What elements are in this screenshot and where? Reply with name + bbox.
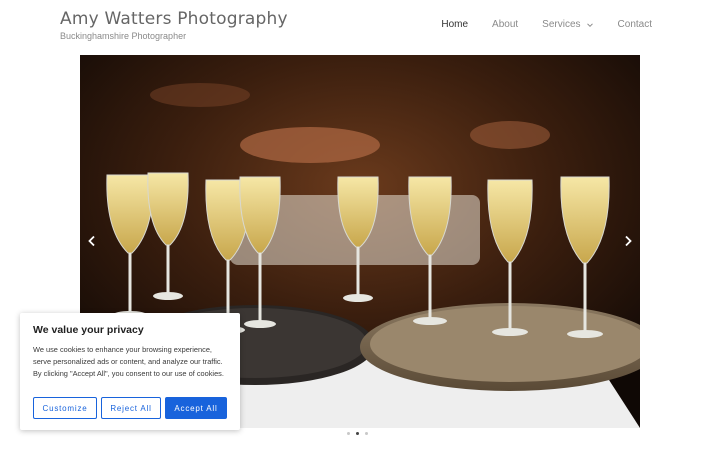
- chevron-right-icon: [625, 235, 632, 247]
- slider-prev-button[interactable]: [82, 231, 102, 251]
- nav-item-services[interactable]: Services: [542, 19, 593, 30]
- slider-dot-3[interactable]: [365, 432, 368, 435]
- nav-item-contact[interactable]: Contact: [618, 19, 652, 30]
- customize-button[interactable]: Customize: [33, 397, 97, 419]
- nav-item-about[interactable]: About: [492, 19, 518, 30]
- site-tagline: Buckinghamshire Photographer: [60, 31, 187, 41]
- slider-dot-1[interactable]: [347, 432, 350, 435]
- cookie-button-group: Customize Reject All Accept All: [33, 397, 227, 419]
- site-title[interactable]: Amy Watters Photography: [60, 9, 288, 29]
- brand: Amy Watters Photography Buckinghamshire …: [60, 9, 288, 41]
- slider-next-button[interactable]: [618, 231, 638, 251]
- chevron-down-icon: [586, 22, 593, 27]
- main-nav: Home About Services Contact: [417, 19, 652, 30]
- slider-dot-2[interactable]: [356, 432, 359, 435]
- chevron-left-icon: [88, 235, 95, 247]
- site-header: Amy Watters Photography Buckinghamshire …: [0, 0, 720, 52]
- cookie-consent-banner: We value your privacy We use cookies to …: [20, 313, 240, 430]
- cookie-description: We use cookies to enhance your browsing …: [33, 345, 224, 378]
- slider-pagination: [347, 432, 368, 435]
- nav-item-home[interactable]: Home: [441, 19, 468, 30]
- reject-all-button[interactable]: Reject All: [101, 397, 161, 419]
- cookie-title: We value your privacy: [33, 324, 144, 336]
- accept-all-button[interactable]: Accept All: [165, 397, 227, 419]
